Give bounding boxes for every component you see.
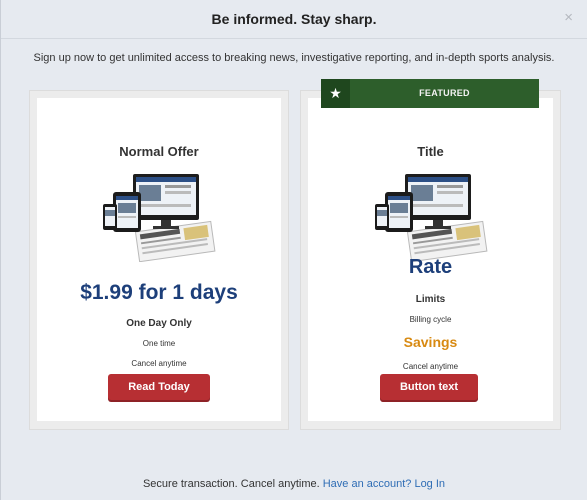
subscription-modal: Be informed. Stay sharp. × Sign up now t… (0, 0, 587, 500)
devices-image (37, 170, 281, 262)
featured-ribbon: ★ FEATURED (321, 79, 539, 108)
modal-footer: Secure transaction. Cancel anytime. Have… (1, 478, 587, 490)
offer-card-body: Title Rate Limits Billing cycle Savings … (308, 98, 553, 421)
offer-price: $1.99 for 1 days (80, 281, 238, 304)
modal-title: Be informed. Stay sharp. (211, 11, 377, 27)
offer-frequency: One time (142, 339, 176, 348)
modal-header: Be informed. Stay sharp. × (1, 0, 587, 39)
offer-cancel: Cancel anytime (131, 359, 187, 368)
footer-text: Secure transaction. Cancel anytime. (142, 478, 320, 490)
offer-card-featured: Title Rate Limits Billing cycle Savings … (300, 90, 561, 430)
offer-billing-cycle: Billing cycle (409, 315, 452, 324)
offer-cancel: Cancel anytime (402, 362, 459, 371)
devices-image (308, 170, 553, 262)
offer-rate: Rate (408, 256, 453, 278)
featured-cta-button[interactable]: Button text (380, 374, 478, 400)
offer-title: Title (417, 144, 444, 159)
featured-label: FEATURED (419, 88, 470, 98)
offer-duration: One Day Only (126, 318, 192, 329)
offer-savings: Savings (403, 334, 458, 350)
subhead-text: Sign up now to get unlimited access to b… (33, 52, 555, 64)
offer-card-body: Normal Offer $1.99 for 1 days One Day On… (37, 98, 281, 421)
login-link[interactable]: Have an account? Log In (323, 478, 445, 490)
offer-card-normal: Normal Offer $1.99 for 1 days One Day On… (29, 90, 289, 430)
read-today-button[interactable]: Read Today (108, 374, 210, 400)
star-icon: ★ (321, 79, 350, 108)
close-icon[interactable]: × (564, 10, 573, 25)
offer-title: Normal Offer (119, 144, 199, 159)
offer-limits: Limits (415, 294, 446, 305)
